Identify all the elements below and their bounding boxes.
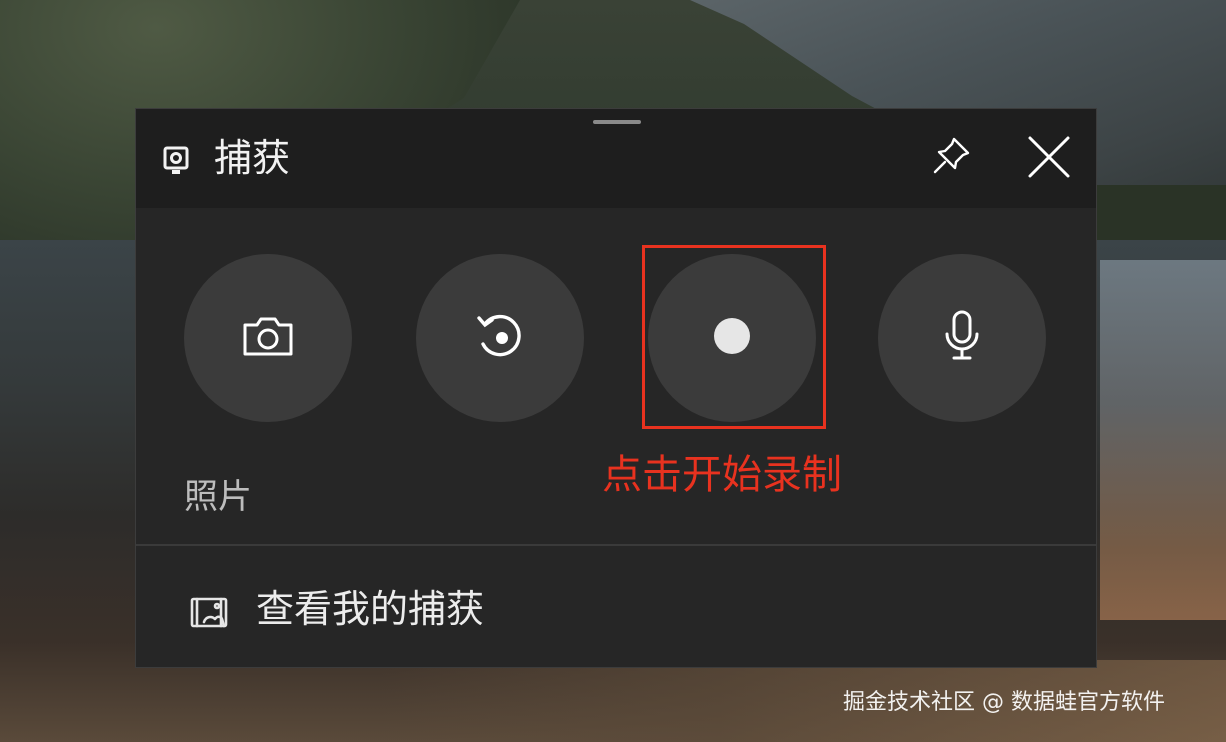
watermark: 掘金技术社区 @ 数据蛙官方软件 [843,690,1165,715]
drag-handle[interactable] [593,120,641,124]
capture-titlebar[interactable]: 捕获 [136,109,1096,208]
replay-icon [475,312,525,364]
wallpaper-treeline [1090,185,1226,240]
pin-icon [930,133,974,181]
webcam-icon [163,146,189,176]
view-captures-label: 查看我的捕获 [256,587,485,631]
widget-title: 捕获 [214,136,291,180]
microphone-toggle-button[interactable] [878,254,1046,422]
microphone-icon [942,310,982,366]
camera-icon [242,315,294,361]
capture-widget: 捕获 点击开始录制 照片 查看我的捕获 [135,108,1097,668]
wallpaper-lake-reflection [1100,260,1226,620]
gallery-icon [190,596,232,630]
screenshot-button[interactable] [184,254,352,422]
close-icon [1027,135,1071,183]
pin-button[interactable] [930,135,974,179]
close-button[interactable] [1025,135,1073,183]
record-highlight-box [642,245,826,429]
record-annotation: 点击开始录制 [602,452,842,498]
capture-mode-label: 照片 [184,477,252,517]
record-last-30s-button[interactable] [416,254,584,422]
view-captures-link[interactable]: 查看我的捕获 [136,546,1096,667]
